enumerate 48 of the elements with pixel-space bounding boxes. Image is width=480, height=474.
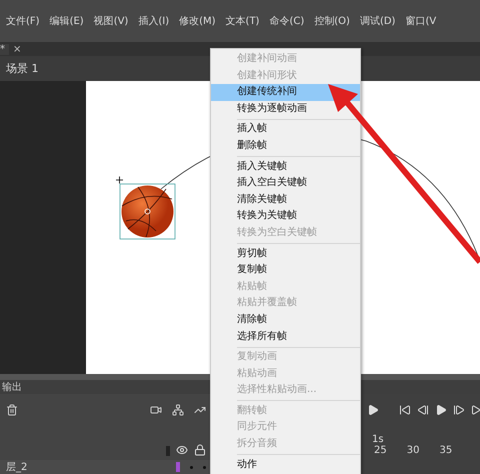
menu-item[interactable]: 窗口(V (405, 14, 436, 28)
frame-number: 30 (406, 445, 420, 456)
frame-number: 35 (439, 445, 452, 456)
ruler-label: 1s (372, 434, 385, 445)
menu-option[interactable]: 复制帧 (211, 262, 360, 279)
menu-option[interactable]: 动作 (211, 456, 360, 474)
document-tab[interactable]: * (0, 44, 9, 54)
dot-icon (203, 466, 206, 468)
scene-label: 场景 1 (6, 61, 38, 76)
first-frame-icon[interactable] (399, 404, 411, 416)
play-icon[interactable] (435, 404, 447, 416)
layer-row[interactable]: 层_2 (0, 460, 212, 474)
menu-option[interactable]: 转换为逐帧动画 (211, 100, 360, 118)
close-icon[interactable]: × (13, 44, 22, 54)
menu-option[interactable]: 插入空白关键帧 (211, 175, 360, 192)
menu-item[interactable]: 调试(D) (360, 14, 396, 28)
eye-icon[interactable] (176, 444, 188, 456)
panel-title: 输出 (2, 380, 22, 394)
menu-option[interactable]: 清除关键帧 (211, 192, 360, 208)
step-forward-icon[interactable] (453, 404, 465, 416)
basketball-drawing (116, 176, 176, 240)
menu-option[interactable]: 删除帧 (211, 138, 360, 155)
menu-option[interactable]: 转换为关键帧 (211, 208, 360, 225)
camera-icon[interactable] (150, 404, 162, 416)
menu-option[interactable]: 剪切帧 (211, 246, 360, 262)
menu-option[interactable]: 选择所有帧 (211, 328, 360, 346)
dot-icon (190, 466, 193, 468)
hierarchy-icon[interactable] (172, 404, 184, 416)
frame-number: 25 (374, 445, 387, 456)
menu-item[interactable]: 文件(F) (6, 14, 40, 28)
menu-item[interactable]: 命令(C) (269, 14, 304, 28)
menu-item[interactable]: 插入(I) (138, 14, 170, 28)
menu-option[interactable]: 插入帧 (211, 121, 360, 138)
menu-option[interactable]: 清除帧 (211, 312, 360, 328)
menu-item[interactable]: 编辑(E) (50, 14, 84, 28)
last-frame-icon[interactable] (471, 404, 480, 416)
step-back-icon[interactable] (417, 404, 429, 416)
menu-item[interactable]: 控制(O) (314, 14, 350, 28)
lock-icon[interactable] (194, 444, 206, 456)
layer-color-icon (176, 462, 180, 472)
graph-icon[interactable] (194, 404, 206, 416)
menu-item[interactable]: 视图(V) (94, 14, 128, 28)
menu-item[interactable]: 修改(M) (179, 14, 216, 28)
layer-name: 层_2 (6, 461, 28, 474)
menu-item[interactable]: 文本(T) (226, 14, 260, 28)
menu-option[interactable]: 插入关键帧 (211, 158, 360, 176)
trash-icon[interactable] (6, 404, 18, 416)
play-icon[interactable] (367, 404, 379, 416)
